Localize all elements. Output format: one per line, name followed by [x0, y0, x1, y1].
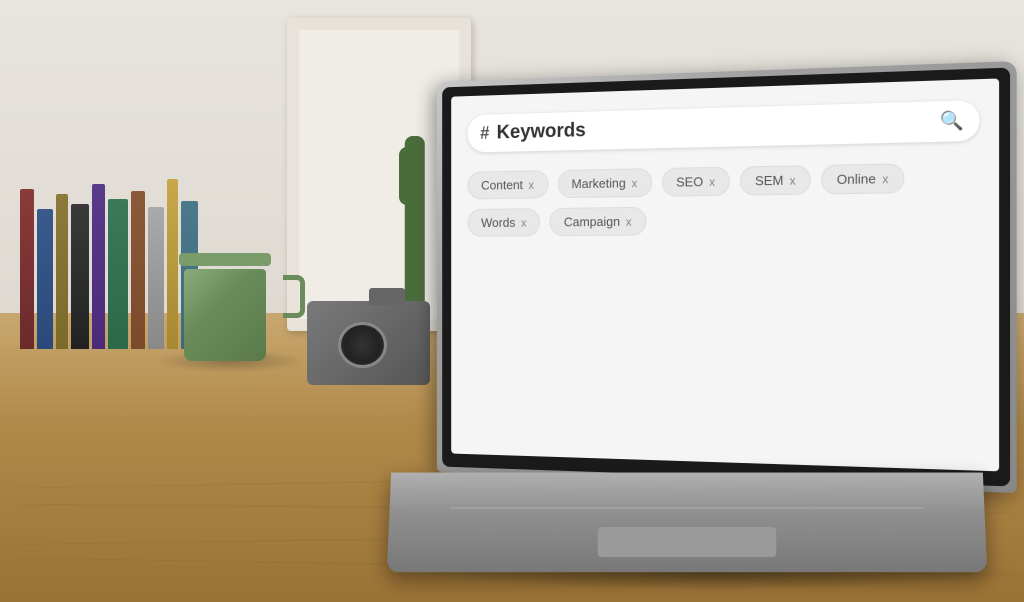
laptop-screen-outer: # Keywords 🔍 Content x Marketing x	[437, 61, 1017, 493]
tag-online[interactable]: Online x	[821, 164, 904, 195]
tag-campaign[interactable]: Campaign x	[550, 207, 646, 236]
mug-rim	[179, 253, 271, 266]
tag-close-campaign[interactable]: x	[626, 215, 632, 229]
tag-label-sem: SEM	[755, 173, 783, 189]
tag-close-online[interactable]: x	[882, 172, 888, 187]
laptop: # Keywords 🔍 Content x Marketing x	[389, 72, 1003, 572]
book-5	[92, 184, 105, 349]
laptop-base	[387, 473, 987, 573]
tag-label-campaign: Campaign	[564, 214, 620, 229]
book-6	[108, 199, 128, 349]
tag-close-marketing[interactable]: x	[631, 176, 637, 190]
mug-body	[184, 269, 266, 361]
book-3	[56, 194, 68, 349]
tag-content[interactable]: Content x	[467, 170, 548, 199]
book-9	[167, 179, 178, 349]
hash-icon: #	[480, 123, 489, 143]
search-bar[interactable]: # Keywords 🔍	[467, 100, 979, 153]
book-4	[71, 204, 89, 349]
tag-label-online: Online	[837, 171, 876, 187]
screen-content: # Keywords 🔍 Content x Marketing x	[451, 79, 999, 472]
laptop-screen-bezel: # Keywords 🔍 Content x Marketing x	[442, 68, 1010, 487]
tag-close-words[interactable]: x	[521, 216, 527, 230]
tag-close-content[interactable]: x	[528, 178, 534, 192]
tag-label-words: Words	[481, 215, 515, 230]
book-2	[37, 209, 53, 349]
tag-label-marketing: Marketing	[571, 176, 625, 192]
tag-label-seo: SEO	[676, 174, 703, 189]
tag-label-content: Content	[481, 178, 523, 193]
camera-lens	[338, 322, 387, 368]
tag-seo[interactable]: SEO x	[661, 167, 729, 197]
laptop-screen-display: # Keywords 🔍 Content x Marketing x	[451, 79, 999, 472]
mug-handle	[283, 275, 306, 318]
tag-close-sem[interactable]: x	[789, 173, 795, 187]
book-1	[20, 189, 34, 349]
book-7	[131, 191, 145, 349]
search-icon[interactable]: 🔍	[940, 110, 964, 133]
coffee-mug	[184, 253, 286, 361]
search-input-value[interactable]: Keywords	[496, 110, 931, 144]
laptop-hinge-line	[449, 507, 925, 509]
tag-sem[interactable]: SEM x	[740, 165, 811, 196]
laptop-trackpad[interactable]	[597, 527, 777, 557]
tag-marketing[interactable]: Marketing x	[557, 168, 651, 198]
tag-close-seo[interactable]: x	[709, 175, 715, 189]
tag-words[interactable]: Words x	[467, 208, 540, 237]
tags-area: Content x Marketing x SEO x SEM	[467, 162, 979, 237]
book-8	[148, 207, 164, 349]
